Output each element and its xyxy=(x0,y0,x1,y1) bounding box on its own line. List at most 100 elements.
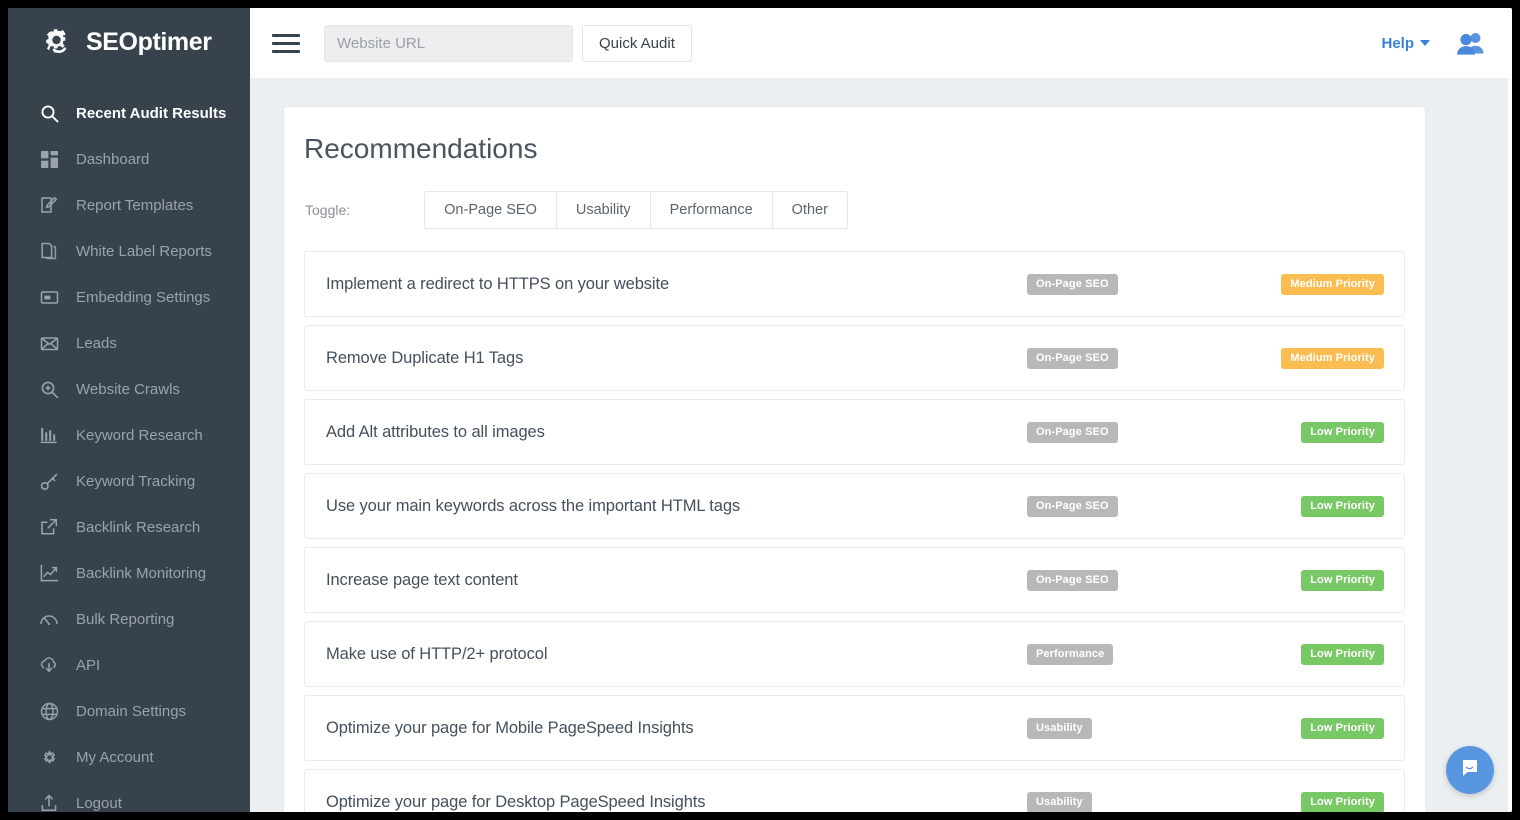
sidebar-item-dashboard[interactable]: Dashboard xyxy=(8,136,250,182)
sidebar-item-backlink-monitoring[interactable]: Backlink Monitoring xyxy=(8,550,250,596)
status-badge: Low Priority xyxy=(1301,792,1384,813)
table-row[interactable]: Increase page text content On-Page SEO L… xyxy=(304,547,1405,613)
browser-viewport: SEOptimer Recent Audit Results xyxy=(8,8,1512,812)
toggle-label: Toggle: xyxy=(305,202,350,218)
status-badge: Low Priority xyxy=(1301,570,1384,591)
status-badge: Low Priority xyxy=(1301,718,1384,739)
recommendations-card: Recommendations Toggle: On-Page SEO Usab… xyxy=(283,106,1426,812)
category-badge: On-Page SEO xyxy=(1027,496,1118,517)
search-icon xyxy=(38,102,60,124)
globe-icon xyxy=(38,700,60,722)
sidebar-item-label: Domain Settings xyxy=(76,703,186,720)
toggle-button-group: On-Page SEO Usability Performance Other xyxy=(424,191,848,229)
sidebar-item-label: Embedding Settings xyxy=(76,289,210,306)
page-title: Recommendations xyxy=(304,133,1405,165)
sidebar-item-label: Keyword Tracking xyxy=(76,473,195,490)
sidebar-item-label: Logout xyxy=(76,795,122,812)
sidebar-item-label: My Account xyxy=(76,749,154,766)
envelope-icon xyxy=(38,332,60,354)
category-badge: On-Page SEO xyxy=(1027,348,1118,369)
sidebar-item-label: White Label Reports xyxy=(76,243,212,260)
recommendation-title: Remove Duplicate H1 Tags xyxy=(326,349,1404,368)
upload-logout-icon xyxy=(38,792,60,812)
header-right-group: Help xyxy=(1381,31,1486,55)
key-icon xyxy=(38,470,60,492)
sidebar-item-label: Dashboard xyxy=(76,151,149,168)
category-badge: On-Page SEO xyxy=(1027,570,1118,591)
users-avatar-icon[interactable] xyxy=(1456,31,1486,55)
sidebar-item-keyword-tracking[interactable]: Keyword Tracking xyxy=(8,458,250,504)
embed-box-icon xyxy=(38,286,60,308)
sidebar-item-logout[interactable]: Logout xyxy=(8,780,250,812)
sidebar-item-white-label-reports[interactable]: White Label Reports xyxy=(8,228,250,274)
category-badge: Usability xyxy=(1027,792,1092,813)
sidebar-item-label: Keyword Research xyxy=(76,427,203,444)
table-row[interactable]: Remove Duplicate H1 Tags On-Page SEO Med… xyxy=(304,325,1405,391)
recommendation-title: Make use of HTTP/2+ protocol xyxy=(326,645,1404,664)
sidebar-item-label: Report Templates xyxy=(76,197,193,214)
table-row[interactable]: Add Alt attributes to all images On-Page… xyxy=(304,399,1405,465)
recommendation-title: Implement a redirect to HTTPS on your we… xyxy=(326,275,1404,294)
dashboard-grid-icon xyxy=(38,148,60,170)
sidebar-item-label: Bulk Reporting xyxy=(76,611,174,628)
tab-performance[interactable]: Performance xyxy=(651,191,773,229)
category-badge: On-Page SEO xyxy=(1027,274,1118,295)
recommendation-title: Use your main keywords across the import… xyxy=(326,497,1404,516)
sidebar-item-label: Backlink Monitoring xyxy=(76,565,206,582)
sidebar-item-domain-settings[interactable]: Domain Settings xyxy=(8,688,250,734)
status-badge: Medium Priority xyxy=(1281,274,1384,295)
status-badge: Medium Priority xyxy=(1281,348,1384,369)
status-badge: Low Priority xyxy=(1301,422,1384,443)
magnifier-plus-icon xyxy=(38,378,60,400)
tab-usability[interactable]: Usability xyxy=(557,191,651,229)
sidebar-item-api[interactable]: API xyxy=(8,642,250,688)
toggle-filter-row: Toggle: On-Page SEO Usability Performanc… xyxy=(304,191,1405,229)
sidebar-item-label: API xyxy=(76,657,100,674)
seoptimer-gear-logo-icon xyxy=(42,25,76,59)
sidebar: SEOptimer Recent Audit Results xyxy=(8,8,250,812)
sidebar-item-embedding-settings[interactable]: Embedding Settings xyxy=(8,274,250,320)
hamburger-icon[interactable] xyxy=(272,31,302,55)
quick-audit-button[interactable]: Quick Audit xyxy=(582,25,692,62)
gear-icon xyxy=(38,746,60,768)
table-row[interactable]: Make use of HTTP/2+ protocol Performance… xyxy=(304,621,1405,687)
status-badge: Low Priority xyxy=(1301,644,1384,665)
sidebar-item-my-account[interactable]: My Account xyxy=(8,734,250,780)
help-menu[interactable]: Help xyxy=(1381,35,1430,52)
sidebar-item-label: Backlink Research xyxy=(76,519,200,536)
scrollbar[interactable] xyxy=(1508,8,1512,812)
sidebar-item-label: Recent Audit Results xyxy=(76,105,226,122)
sidebar-item-website-crawls[interactable]: Website Crawls xyxy=(8,366,250,412)
sidebar-item-keyword-research[interactable]: Keyword Research xyxy=(8,412,250,458)
brand[interactable]: SEOptimer xyxy=(8,8,250,76)
sidebar-item-report-templates[interactable]: Report Templates xyxy=(8,182,250,228)
recommendations-list: Implement a redirect to HTTPS on your we… xyxy=(304,251,1405,812)
category-badge: Usability xyxy=(1027,718,1092,739)
sidebar-item-backlink-research[interactable]: Backlink Research xyxy=(8,504,250,550)
bar-chart-icon xyxy=(38,424,60,446)
caret-down-icon xyxy=(1420,40,1430,46)
search-input[interactable] xyxy=(324,25,573,62)
recommendation-title: Optimize your page for Desktop PageSpeed… xyxy=(326,793,1404,812)
sidebar-item-leads[interactable]: Leads xyxy=(8,320,250,366)
sidebar-nav: Recent Audit Results Dashboard xyxy=(8,76,250,812)
recommendation-title: Increase page text content xyxy=(326,571,1404,590)
table-row[interactable]: Optimize your page for Mobile PageSpeed … xyxy=(304,695,1405,761)
tab-other[interactable]: Other xyxy=(773,191,848,229)
brand-text: SEOptimer xyxy=(86,28,212,57)
main-content: Recommendations Toggle: On-Page SEO Usab… xyxy=(250,78,1512,812)
sidebar-item-bulk-reporting[interactable]: Bulk Reporting xyxy=(8,596,250,642)
table-row[interactable]: Use your main keywords across the import… xyxy=(304,473,1405,539)
tab-on-page-seo[interactable]: On-Page SEO xyxy=(424,191,557,229)
table-row[interactable]: Optimize your page for Desktop PageSpeed… xyxy=(304,769,1405,812)
recommendation-title: Add Alt attributes to all images xyxy=(326,423,1404,442)
screenshot-frame: SEOptimer Recent Audit Results xyxy=(0,0,1520,820)
recommendation-title: Optimize your page for Mobile PageSpeed … xyxy=(326,719,1404,738)
chat-bubble-button[interactable] xyxy=(1446,746,1494,794)
top-header: Quick Audit Help xyxy=(250,8,1512,78)
sidebar-item-label: Website Crawls xyxy=(76,381,180,398)
table-row[interactable]: Implement a redirect to HTTPS on your we… xyxy=(304,251,1405,317)
help-label: Help xyxy=(1381,35,1414,52)
sidebar-item-recent-audit-results[interactable]: Recent Audit Results xyxy=(8,90,250,136)
copy-documents-icon xyxy=(38,240,60,262)
